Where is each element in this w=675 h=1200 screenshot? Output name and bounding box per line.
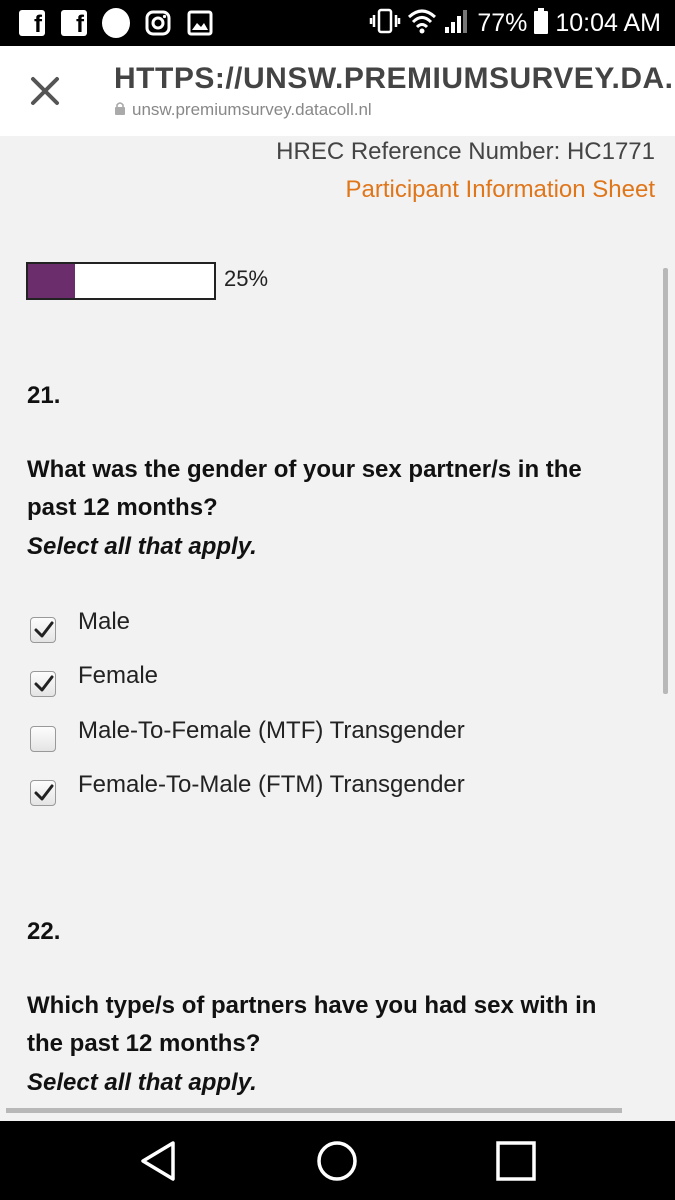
checkmark-icon xyxy=(34,621,54,638)
option-label: Male xyxy=(78,608,131,635)
lock-icon xyxy=(114,100,126,120)
progress-bar xyxy=(26,262,216,300)
recents-icon[interactable] xyxy=(494,1139,538,1183)
question-text: Which type/s of partners have you had se… xyxy=(27,992,597,1057)
option-mtf-transgender[interactable]: Male-To-Female (MTF) Transgender xyxy=(30,716,465,756)
option-ftm-transgender[interactable]: Female-To-Male (FTM) Transgender xyxy=(30,770,465,810)
browser-toolbar: HTTPS://UNSW.PREMIUMSURVEY.DA... unsw.pr… xyxy=(0,46,675,136)
home-icon[interactable] xyxy=(315,1139,359,1183)
progress-label: 25% xyxy=(224,266,269,291)
checkmark-icon xyxy=(34,675,54,692)
hrec-reference: HREC Reference Number: HC1771 xyxy=(276,138,655,165)
page-content: HREC Reference Number: HC1771 Participan… xyxy=(0,136,675,1121)
signal-icon xyxy=(443,7,471,40)
vibrate-icon xyxy=(369,7,401,40)
option-label: Male-To-Female (MTF) Transgender xyxy=(78,717,465,744)
url-text: unsw.premiumsurvey.datacoll.nl xyxy=(132,100,372,119)
progress-fill xyxy=(28,264,75,298)
image-icon xyxy=(186,9,214,37)
checkbox[interactable] xyxy=(30,671,56,697)
checkmark-icon xyxy=(34,784,54,801)
vertical-scrollbar[interactable] xyxy=(663,268,668,694)
option-label: Female xyxy=(78,662,159,689)
page-title[interactable]: HTTPS://UNSW.PREMIUMSURVEY.DA... xyxy=(114,62,674,96)
battery-percent: 77% xyxy=(477,9,528,37)
url-display[interactable]: unsw.premiumsurvey.datacoll.nl xyxy=(114,100,372,120)
question-number: 21. xyxy=(27,382,61,409)
option-male[interactable]: Male xyxy=(30,607,130,647)
clock: 10:04 AM xyxy=(555,9,661,37)
option-female[interactable]: Female xyxy=(30,661,158,701)
checkbox[interactable] xyxy=(30,780,56,806)
wifi-icon xyxy=(407,7,437,40)
instagram-icon xyxy=(144,9,172,37)
question-number: 22. xyxy=(27,918,61,945)
question-hint: Select all that apply. xyxy=(27,533,257,560)
facebook-icon: f xyxy=(60,9,88,37)
facebook-icon: f xyxy=(18,9,46,37)
battery-icon xyxy=(533,7,549,40)
status-bar: f f 77% 10:04 AM xyxy=(0,0,675,46)
checkbox[interactable] xyxy=(30,726,56,752)
checkbox[interactable] xyxy=(30,617,56,643)
system-status: 77% 10:04 AM xyxy=(369,7,661,39)
notification-icons: f f xyxy=(18,8,214,38)
circle-icon xyxy=(102,8,130,38)
navigation-bar xyxy=(0,1121,675,1200)
participant-info-link[interactable]: Participant Information Sheet xyxy=(345,176,655,204)
close-icon[interactable] xyxy=(28,74,62,108)
horizontal-scrollbar[interactable] xyxy=(6,1108,622,1113)
question-text: What was the gender of your sex partner/… xyxy=(27,456,582,521)
option-label: Female-To-Male (FTM) Transgender xyxy=(78,771,465,798)
question-hint: Select all that apply. xyxy=(27,1069,257,1096)
back-icon[interactable] xyxy=(137,1139,181,1183)
